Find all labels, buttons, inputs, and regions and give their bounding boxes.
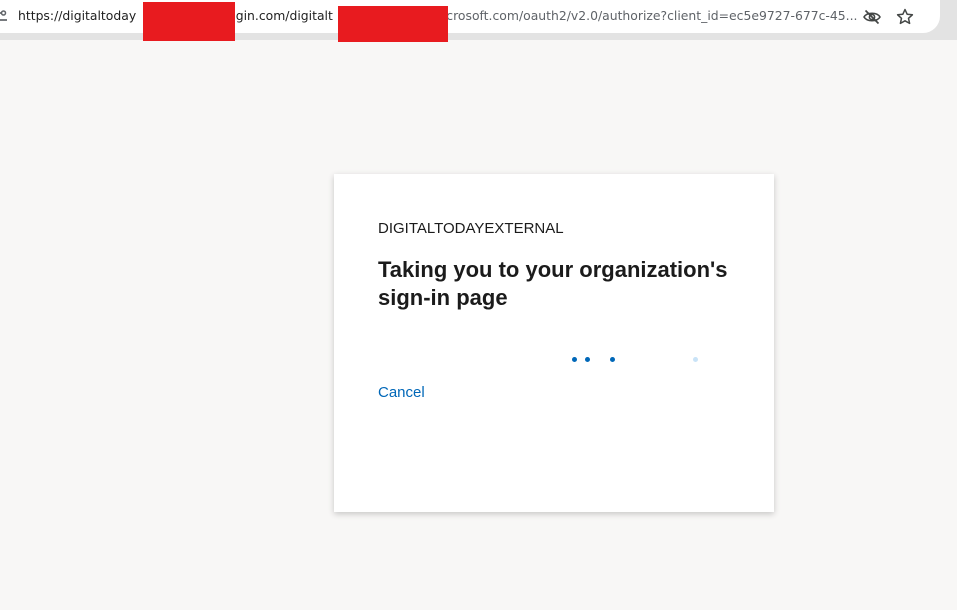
progress-dot [693,357,698,362]
page-title: Taking you to your organization's sign-i… [378,257,728,310]
url-middle: ogin.com/digitalt [228,8,333,23]
progress-dots [378,356,730,364]
sign-in-card: DIGITALTODAYEXTERNAL Taking you to your … [334,174,774,512]
browser-toolbar: https://digitaltoday ogin.com/digitalt icr… [0,0,957,42]
address-bar[interactable]: https://digitaltoday ogin.com/digitalt icr… [0,0,940,33]
progress-dot [585,357,590,362]
redaction-box [338,6,448,42]
site-info-icon[interactable] [0,8,8,26]
url-host: https://digitaltoday [18,8,137,23]
url-tail: icrosoft.com/oauth2/v2.0/authorize?clien… [442,8,858,23]
redaction-box [143,2,235,41]
star-icon[interactable] [895,7,915,27]
progress-dot [572,357,577,362]
cancel-link[interactable]: Cancel [378,383,425,403]
organization-name: DIGITALTODAYEXTERNAL [378,220,564,237]
progress-dot [610,357,615,362]
eye-off-icon[interactable] [862,7,882,27]
